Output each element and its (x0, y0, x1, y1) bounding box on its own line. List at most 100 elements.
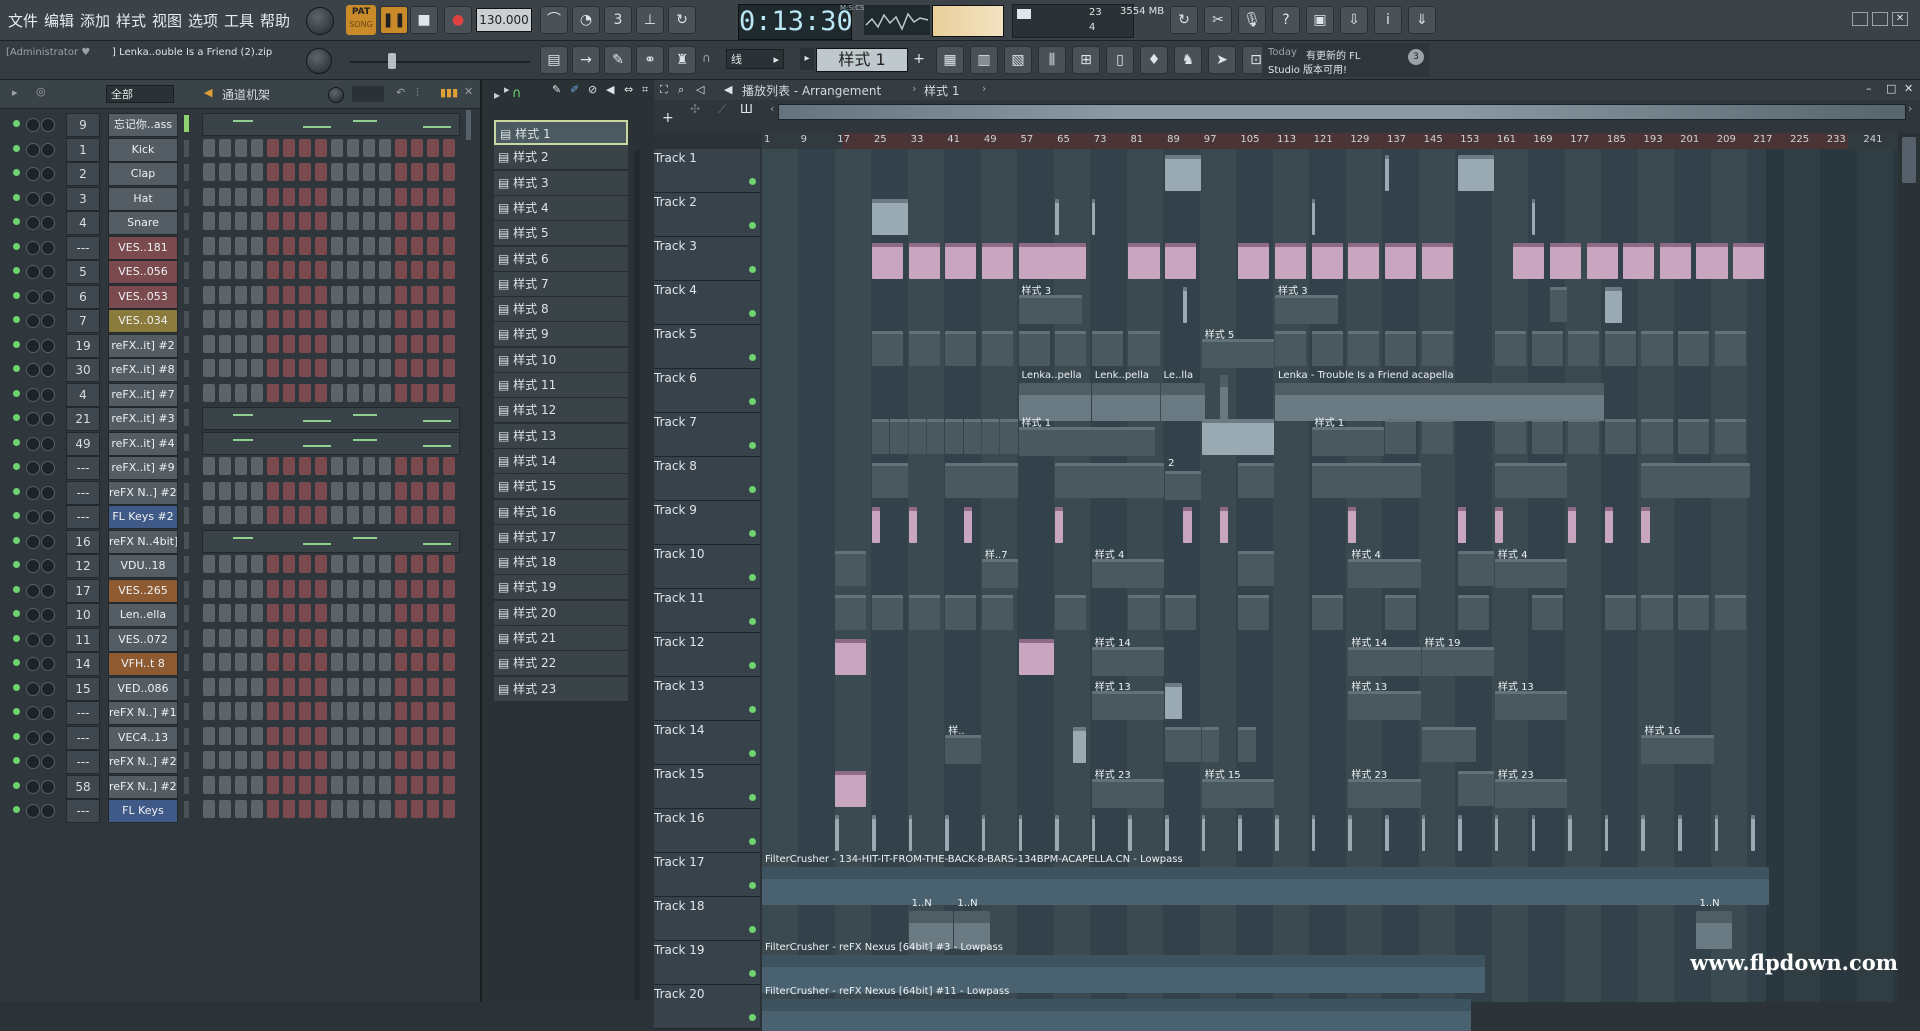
step-button[interactable] (203, 628, 215, 647)
step-button[interactable] (315, 555, 327, 573)
channel-pan-knob[interactable] (26, 632, 40, 647)
step-button[interactable] (427, 702, 439, 720)
playlist-clip[interactable] (1220, 375, 1229, 419)
channel-name-button[interactable]: reFX N..] #22 (108, 480, 178, 505)
channel-enable-led[interactable] (13, 169, 20, 176)
playlist-clip[interactable] (1494, 815, 1499, 851)
step-button[interactable] (443, 653, 455, 671)
step-button[interactable] (283, 628, 295, 647)
step-button[interactable] (347, 628, 359, 647)
channel-mixer-number[interactable]: --- (66, 701, 100, 725)
step-button[interactable] (411, 579, 423, 598)
playlist-clip[interactable] (1531, 419, 1563, 454)
step-button[interactable] (267, 677, 279, 696)
playlist-clip[interactable] (1055, 331, 1087, 366)
step-button[interactable] (331, 775, 343, 794)
stop-button[interactable]: ■ (410, 6, 438, 34)
menu-file[interactable]: 文件 (8, 10, 38, 31)
step-button[interactable] (347, 481, 359, 500)
step-button[interactable] (363, 726, 375, 745)
brush-icon[interactable]: ✐ (570, 83, 579, 96)
playlist-clip[interactable] (945, 419, 963, 454)
channel-volume-knob[interactable] (41, 657, 55, 671)
step-button[interactable] (251, 555, 263, 573)
channel-mixer-number[interactable]: --- (66, 480, 100, 505)
step-button[interactable] (363, 359, 375, 377)
step-button[interactable] (299, 163, 311, 181)
playlist-clip[interactable] (1421, 727, 1476, 762)
step-button[interactable] (331, 310, 343, 328)
channel-select-indicator[interactable] (184, 237, 189, 255)
channel-row[interactable]: 49 reFX..it] #4 (0, 431, 480, 456)
step-button[interactable] (411, 726, 423, 745)
step-button[interactable] (267, 334, 279, 353)
playlist-clip[interactable] (1458, 815, 1462, 851)
channel-select-indicator[interactable] (184, 139, 189, 157)
playlist-clip[interactable] (1055, 199, 1059, 235)
channel-enable-led[interactable] (13, 634, 20, 642)
step-button[interactable] (203, 653, 215, 671)
channel-volume-knob[interactable] (41, 804, 55, 818)
playlist-clip[interactable] (762, 999, 1471, 1031)
close-window-icon[interactable]: ✕ (1892, 12, 1908, 26)
step-button[interactable] (443, 628, 455, 647)
step-edit-icon[interactable]: ⊥ (636, 6, 664, 34)
playlist-clip[interactable] (1201, 727, 1220, 762)
track-enable-led[interactable] (749, 530, 756, 537)
step-button[interactable] (347, 334, 359, 353)
step-button[interactable] (315, 285, 327, 304)
playlist-clip[interactable] (1549, 243, 1581, 279)
step-button[interactable] (267, 187, 279, 206)
playlist-clip[interactable] (1494, 559, 1568, 588)
playlist-clip[interactable] (1238, 463, 1275, 498)
playlist-clip[interactable] (1275, 295, 1339, 324)
pause-button[interactable]: ❚❚ (380, 6, 408, 34)
channel-mixer-number[interactable]: 17 (66, 578, 100, 603)
channel-select-indicator[interactable] (184, 286, 189, 304)
playlist-clip[interactable] (1513, 243, 1545, 279)
magnet-icon[interactable]: ∩ (702, 51, 711, 65)
step-button[interactable] (315, 457, 327, 475)
step-button[interactable] (251, 481, 263, 500)
step-button[interactable] (363, 334, 375, 353)
step-button[interactable] (267, 383, 279, 402)
channel-name-button[interactable]: FL Keys #2 (108, 505, 178, 529)
step-button[interactable] (251, 261, 263, 279)
step-button[interactable] (395, 555, 407, 573)
piano-roll-view-icon[interactable]: ▥ (970, 46, 998, 74)
channel-pan-knob[interactable] (26, 583, 40, 598)
step-button[interactable] (219, 579, 231, 598)
channel-pan-knob[interactable] (26, 681, 40, 696)
pattern-item[interactable]: ▤ 样式 23 (494, 676, 628, 702)
step-button[interactable] (219, 359, 231, 377)
step-button[interactable] (299, 138, 311, 157)
step-button[interactable] (251, 677, 263, 696)
step-button[interactable] (331, 800, 343, 818)
step-button[interactable] (427, 310, 439, 328)
track-header[interactable]: Track 17 (654, 853, 760, 897)
step-button[interactable] (283, 555, 295, 573)
playlist-clip[interactable] (1018, 815, 1023, 851)
track-header[interactable]: Track 15 (654, 765, 760, 809)
step-button[interactable] (411, 383, 423, 402)
step-button[interactable] (299, 212, 311, 230)
channel-mixer-number[interactable]: --- (66, 750, 100, 774)
channel-enable-led[interactable] (13, 806, 20, 813)
step-button[interactable] (363, 604, 375, 622)
channel-pan-knob[interactable] (26, 167, 40, 181)
playlist-clip[interactable] (945, 815, 949, 851)
playlist-clip[interactable] (1128, 243, 1160, 279)
channel-mixer-number[interactable]: 19 (66, 333, 100, 358)
step-button[interactable] (363, 187, 375, 206)
playlist-clip[interactable] (1604, 815, 1609, 851)
channel-select-indicator[interactable] (184, 335, 189, 353)
step-button[interactable] (299, 261, 311, 279)
channel-volume-knob[interactable] (41, 387, 55, 402)
step-button[interactable] (203, 383, 215, 402)
playlist-clip[interactable] (1348, 559, 1421, 588)
vertical-scrollbar[interactable] (1898, 133, 1920, 1002)
channel-volume-knob[interactable] (41, 461, 55, 475)
countdown-icon[interactable]: 3 (604, 6, 632, 34)
channel-name-button[interactable]: VES..056 (108, 260, 178, 284)
step-button[interactable] (219, 310, 231, 328)
